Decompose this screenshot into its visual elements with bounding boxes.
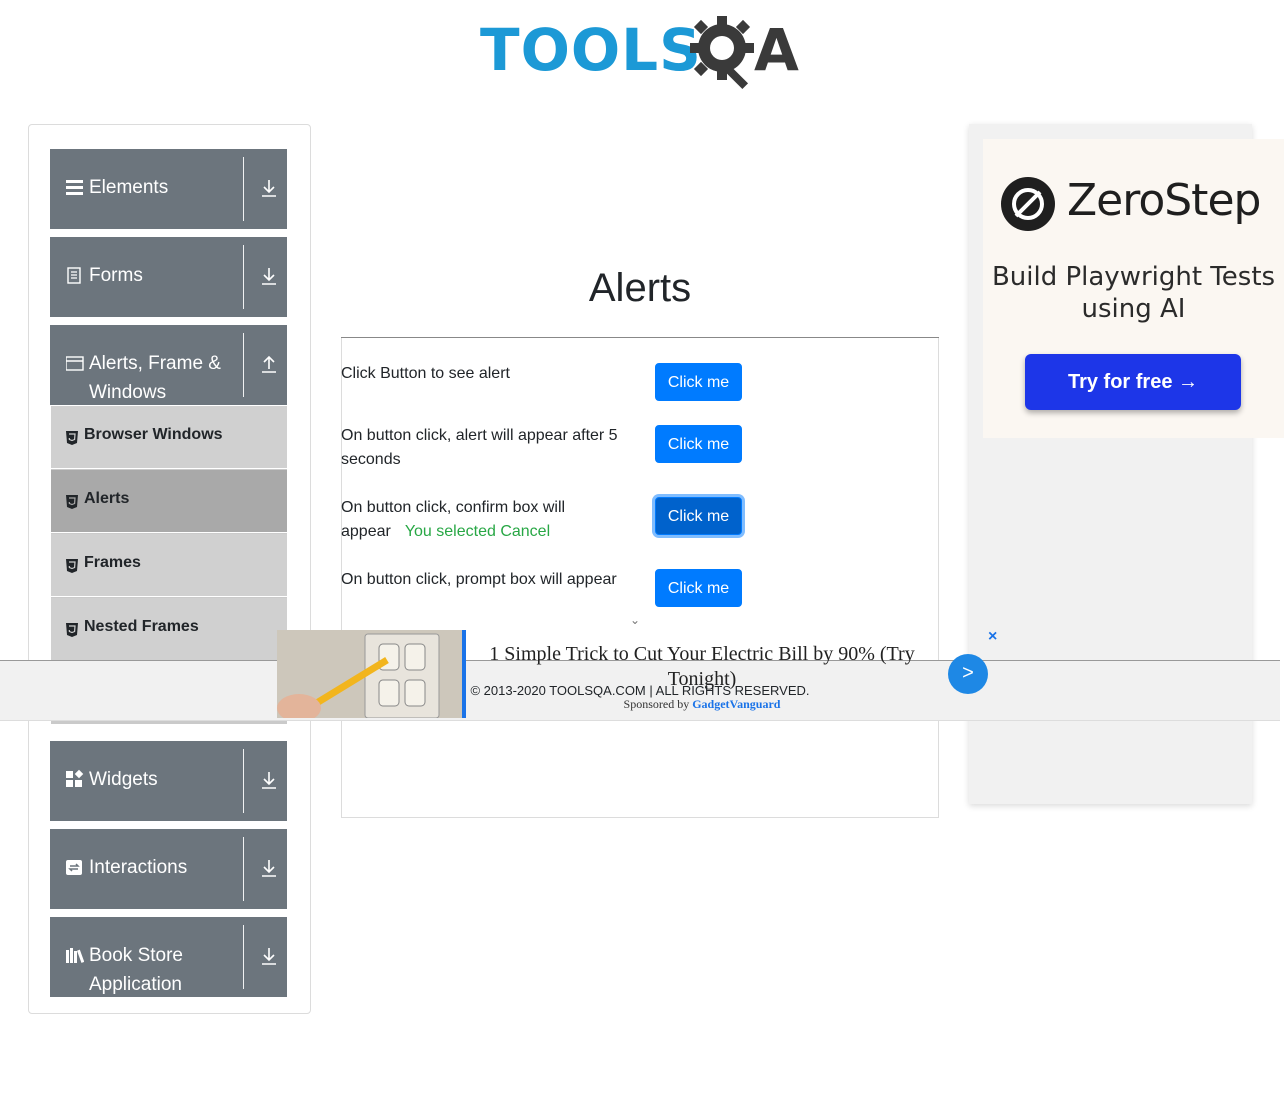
group-divider	[243, 925, 244, 989]
document-icon	[67, 267, 81, 284]
download-arrow-icon[interactable]	[259, 177, 279, 199]
group-divider	[243, 333, 244, 397]
group-label: Interactions	[89, 857, 188, 878]
group-divider	[243, 157, 244, 221]
chevron-down-icon[interactable]: ⌄	[630, 613, 640, 627]
html5-icon	[66, 559, 78, 573]
group-divider	[243, 837, 244, 901]
html5-icon	[66, 495, 78, 509]
alert-button[interactable]: Click me	[655, 363, 742, 401]
zerostep-logo-icon	[1001, 177, 1055, 231]
close-icon[interactable]: ×	[988, 628, 997, 646]
group-divider	[243, 245, 244, 309]
page-title: Alerts	[588, 266, 692, 310]
group-label: Forms	[89, 265, 143, 286]
sponsor-link[interactable]: GadgetVanguard	[692, 697, 780, 711]
download-arrow-icon[interactable]	[259, 265, 279, 287]
alert-description: Click Button to see alert	[341, 365, 510, 382]
group-label: Book Store Application	[89, 945, 183, 995]
group-label: Elements	[89, 177, 169, 198]
group-forms[interactable]: Forms	[50, 237, 287, 317]
sponsored-line: Sponsored by GadgetVanguard	[0, 697, 1284, 712]
download-arrow-icon[interactable]	[259, 945, 279, 967]
html5-icon	[66, 623, 78, 637]
group-interactions[interactable]: Interactions	[50, 829, 287, 909]
zerostep-brand: ZeroStep	[1067, 175, 1261, 226]
books-icon	[66, 948, 84, 963]
timer-alert-description: On button click, alert will appear after…	[341, 427, 618, 468]
prompt-button[interactable]: Click me	[655, 569, 742, 607]
try-for-free-button[interactable]: Try for free →	[1025, 354, 1241, 410]
interactions-icon	[66, 860, 82, 875]
download-arrow-icon[interactable]	[259, 857, 279, 879]
upload-arrow-icon[interactable]	[259, 353, 279, 375]
logo-suffix: A	[754, 16, 799, 84]
html5-icon	[66, 431, 78, 445]
widgets-icon	[66, 769, 84, 787]
group-widgets[interactable]: Widgets	[50, 741, 287, 821]
menu-item-label: Browser Windows	[84, 426, 223, 443]
zerostep-ad[interactable]: ZeroStep Build Playwright Tests using AI…	[983, 139, 1284, 438]
menu-item-browser-windows[interactable]: Browser Windows	[51, 406, 287, 469]
group-alerts-frame-windows[interactable]: Alerts, Frame & Windows	[50, 325, 287, 405]
group-elements[interactable]: Elements	[50, 149, 287, 229]
confirm-result: You selected Cancel	[404, 523, 551, 540]
left-panel: Elements Forms Alerts, Frame & Windows B…	[28, 124, 311, 1014]
download-arrow-icon[interactable]	[259, 769, 279, 791]
menu-item-label: Alerts	[84, 490, 130, 507]
confirm-button[interactable]: Click me	[655, 497, 742, 535]
timer-alert-button[interactable]: Click me	[655, 425, 742, 463]
copyright-text: © 2013-2020 TOOLSQA.COM | ALL RIGHTS RES…	[470, 683, 810, 698]
window-icon	[66, 356, 84, 371]
menu-item-nested-frames[interactable]: Nested Frames	[51, 598, 287, 661]
menu-item-alerts[interactable]: Alerts	[51, 470, 287, 533]
zerostep-tagline: Build Playwright Tests using AI	[991, 262, 1276, 324]
menu-item-label: Nested Frames	[84, 618, 199, 635]
toolsqa-logo[interactable]: TOOLS A	[480, 14, 804, 94]
sponsored-prefix: Sponsored by	[623, 697, 690, 711]
confirm-description: On button click, confirm box will appear…	[341, 496, 626, 544]
menu-item-frames[interactable]: Frames	[51, 534, 287, 597]
group-divider	[243, 749, 244, 813]
group-book-store-application[interactable]: Book Store Application	[50, 917, 287, 997]
menu-item-label: Frames	[84, 554, 141, 571]
prompt-description: On button click, prompt box will appear	[341, 571, 617, 588]
gear-magnifier-icon	[690, 16, 754, 90]
logo-text: TOOLS	[480, 16, 702, 84]
group-label: Alerts, Frame & Windows	[89, 353, 221, 403]
group-label: Widgets	[89, 769, 158, 790]
hamburger-icon	[66, 180, 83, 195]
